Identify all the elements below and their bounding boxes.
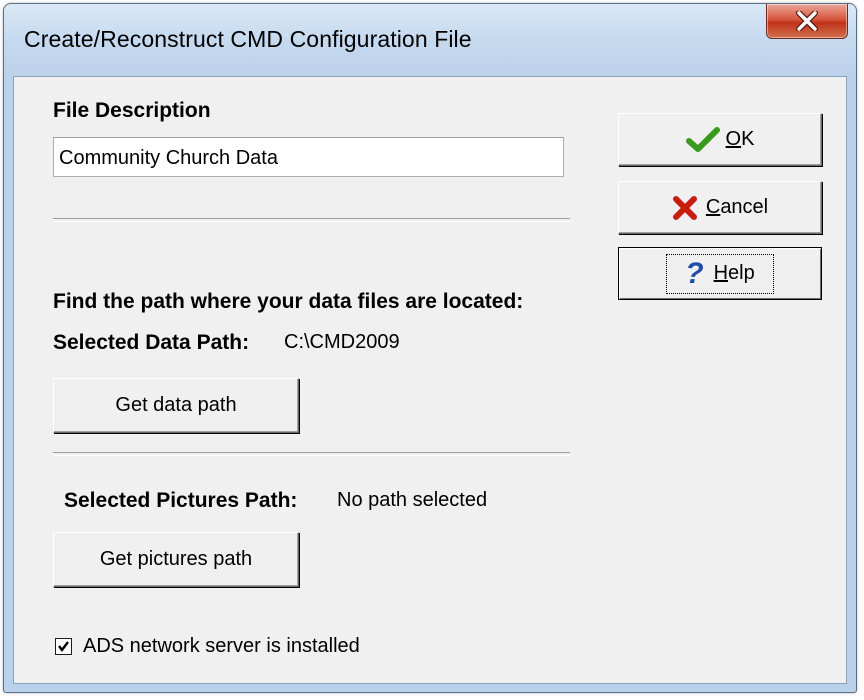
separator — [53, 452, 570, 456]
title-bar[interactable]: Create/Reconstruct CMD Configuration Fil… — [4, 4, 856, 76]
data-path-heading: Find the path where your data files are … — [53, 290, 524, 313]
help-button[interactable]: ? Help — [618, 247, 822, 300]
file-description-label: File Description — [53, 99, 211, 122]
cancel-button[interactable]: Cancel — [618, 181, 822, 234]
data-path-value: C:\CMD2009 — [284, 331, 400, 353]
get-data-path-button[interactable]: Get data path — [53, 378, 299, 433]
dialog-window: Create/Reconstruct CMD Configuration Fil… — [3, 3, 857, 693]
separator — [53, 218, 570, 222]
pictures-path-value: No path selected — [337, 489, 488, 511]
close-button[interactable] — [766, 4, 848, 39]
ads-checkbox[interactable] — [55, 638, 72, 655]
ads-checkbox-label[interactable]: ADS network server is installed — [83, 635, 360, 658]
get-pictures-path-label: Get pictures path — [99, 548, 253, 570]
get-pictures-path-button[interactable]: Get pictures path — [53, 532, 299, 587]
close-icon — [796, 11, 818, 31]
question-mark-icon: ? — [685, 256, 704, 290]
window-title: Create/Reconstruct CMD Configuration Fil… — [24, 26, 472, 52]
green-checkmark-icon — [685, 126, 720, 152]
pictures-path-label: Selected Pictures Path: — [64, 489, 298, 512]
ok-button[interactable]: OK — [618, 113, 822, 166]
get-data-path-label: Get data path — [115, 394, 237, 416]
dialog-client-area: File Description Community Church Data F… — [13, 76, 847, 684]
data-path-label: Selected Data Path: — [53, 331, 250, 354]
red-x-icon — [672, 195, 697, 220]
help-label: Help — [713, 262, 755, 284]
ok-label: OK — [725, 128, 755, 150]
help-focus-rect: ? Help — [666, 253, 774, 294]
file-description-input[interactable]: Community Church Data — [53, 137, 564, 177]
checkmark-icon — [58, 641, 69, 652]
cancel-label: Cancel — [705, 196, 769, 218]
